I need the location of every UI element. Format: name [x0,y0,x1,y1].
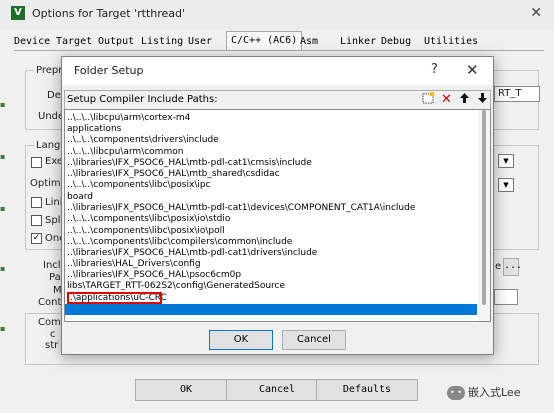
execute-only-checkbox[interactable] [31,157,42,168]
new-folder-icon[interactable] [421,92,436,107]
control-label: c [50,329,56,340]
window-titlebar: V Options for Target 'rtthread' ✕ [0,0,554,30]
cancel-button[interactable]: Cancel [226,379,328,401]
list-item[interactable]: ..\libraries\IFX_PSOC6_HAL\psoc6cm0p [67,270,241,280]
include-paths-list[interactable]: ..\..\..\libcpu\arm\cortex-m4 applicatio… [64,109,491,322]
list-item[interactable]: ..\libraries\IFX_PSOC6_HAL\mtb_shared\cs… [67,169,280,179]
list-item[interactable]: ..\..\..\components\libc\posix\ipc [67,180,211,190]
dialog-cancel-button[interactable]: Cancel [282,330,346,350]
paths-header-label: Setup Compiler Include Paths: [67,94,218,105]
app-icon: V [11,6,25,20]
link-time-label: Linl [45,197,63,208]
marker-icon: ▪ [0,100,6,109]
selected-row-highlight[interactable] [65,304,477,315]
list-item[interactable]: ..\..\..\libcpu\arm\cortex-m4 [67,113,190,123]
side-label: e [495,261,502,272]
close-icon[interactable]: ✕ [530,5,542,21]
list-item[interactable]: ..\..\..\components\libc\posix\io\poll [67,226,225,236]
window-title: Options for Target 'rtthread' [32,7,186,20]
help-icon[interactable]: ? [431,62,438,77]
folder-setup-dialog: Folder Setup ? ✕ Setup Compiler Include … [61,56,494,355]
split-sections-checkbox[interactable] [31,215,42,226]
dialog-ok-button[interactable]: OK [209,330,273,350]
list-item[interactable]: applications [67,124,121,134]
tab-asm[interactable]: Asm [300,33,318,50]
tab-divider [14,50,544,51]
link-time-checkbox[interactable] [31,197,42,208]
chat-bubble-icon: • • [447,386,465,400]
paths-label: Pa [49,272,61,283]
close-icon[interactable]: ✕ [466,61,479,79]
highlight-annotation-box [67,292,162,304]
list-item[interactable]: ..\..\..\components\drivers\include [67,135,219,145]
tab-device[interactable]: Device [14,33,50,50]
paths-header: Setup Compiler Include Paths: ✕ [64,90,491,109]
move-down-icon[interactable] [475,92,490,107]
watermark: • • 嵌入式Lee [447,384,520,400]
one-elf-checkbox[interactable]: ✓ [31,233,42,244]
chevron-down-icon[interactable]: ▼ [498,178,514,192]
dialog-titlebar: Folder Setup ? ✕ [62,57,493,85]
defaults-button[interactable]: Defaults [316,379,418,401]
ok-button[interactable]: OK [135,379,237,401]
tab-target[interactable]: Target [56,33,92,50]
vertical-scrollbar[interactable] [478,110,490,321]
list-item[interactable]: ..\libraries\HAL_Drivers\config [67,259,201,269]
marker-icon: ▪ [0,152,6,161]
define-field-text: RT_T [498,88,522,99]
list-item[interactable]: ..\libraries\IFX_PSOC6_HAL\mtb-pdl-cat1\… [67,248,317,258]
list-item[interactable]: libs\TARGET_RTT-062S2\config\GeneratedSo… [67,281,285,291]
list-item[interactable]: ..\libraries\IFX_PSOC6_HAL\mtb-pdl-cat1\… [67,203,415,213]
string-label: str [45,340,59,351]
list-item[interactable]: ..\libraries\IFX_PSOC6_HAL\mtb-pdl-cat1\… [67,158,312,168]
tab-user[interactable]: User [188,33,212,50]
watermark-text: 嵌入式Lee [468,386,521,399]
list-item[interactable]: ..\..\..\components\libc\posix\io\stdio [67,214,230,224]
tab-output[interactable]: Output [98,33,134,50]
controls-field[interactable] [494,289,518,305]
tab-cc-ac6[interactable]: C/C++ (AC6) [226,31,303,51]
marker-icon: ▪ [0,264,6,273]
tab-utilities[interactable]: Utilities [424,33,478,50]
dialog-title: Folder Setup [74,64,144,77]
delete-icon[interactable]: ✕ [439,92,454,107]
marker-icon: ▪ [0,324,6,333]
chevron-down-icon[interactable]: ▼ [498,154,514,168]
list-item[interactable]: ..\..\..\components\libc\compilers\commo… [67,237,292,247]
list-item[interactable]: ..\..\..\libcpu\arm\common [67,147,183,157]
marker-icon: ▪ [0,204,6,213]
scrollbar-thumb[interactable] [482,110,486,305]
tab-linker[interactable]: Linker [340,33,376,50]
browse-button[interactable]: ... [503,258,522,276]
list-item[interactable]: board [67,192,93,202]
move-up-icon[interactable] [457,92,472,107]
tab-debug[interactable]: Debug [381,33,411,50]
tab-listing[interactable]: Listing [141,33,183,50]
